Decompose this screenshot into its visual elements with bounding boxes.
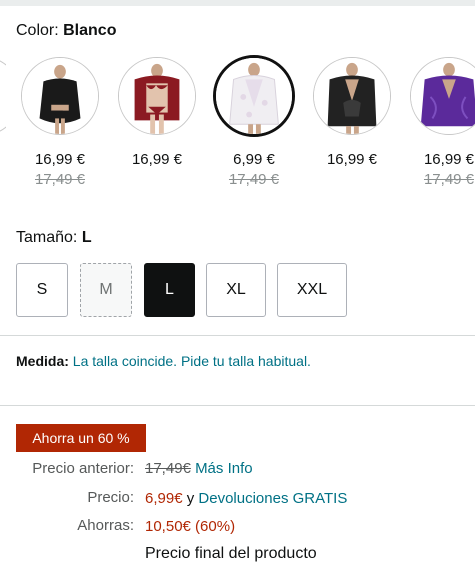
product-thumbnail-icon (119, 58, 195, 134)
product-thumbnail-icon (314, 58, 390, 134)
section-divider (0, 335, 475, 336)
section-divider (0, 405, 475, 406)
more-info-link[interactable]: Más Info (195, 460, 253, 477)
size-button-m[interactable]: M (80, 263, 132, 317)
size-label: Tamaño: (16, 229, 82, 246)
price-label: Precio: (87, 489, 134, 506)
size-button-l[interactable]: L (144, 263, 195, 317)
size-value: L (81, 229, 92, 246)
savings-badge: Ahorra un 60 % (16, 424, 146, 452)
swatch-image-selected[interactable] (213, 55, 295, 137)
swatch-price: 16,99 € (326, 151, 378, 168)
swatch-image[interactable] (410, 57, 475, 135)
price-row: 6,99€ y Devoluciones GRATIS (145, 490, 347, 507)
savings-value: 10,50€ (60%) (145, 518, 236, 535)
size-button-xl[interactable]: XL (206, 263, 266, 317)
color-label: Color: (16, 22, 64, 39)
free-returns-link[interactable]: Devoluciones GRATIS (198, 490, 347, 507)
color-swatch-carousel[interactable]: 16,99 € 17,49 € 16,99 € 6,99 € 17,49 € 1… (0, 55, 475, 195)
product-thumbnail-icon (22, 58, 98, 134)
top-edge-bar (0, 0, 475, 6)
color-value: Blanco (63, 22, 117, 39)
final-price-note: Precio final del producto (145, 545, 317, 562)
swatch-price: 16,99 € (131, 151, 183, 168)
swatch-image[interactable] (118, 57, 196, 135)
previous-price-value: 17,49€ (145, 460, 191, 477)
swatch-price: 6,99 € (233, 151, 275, 168)
swatch-price: 16,99 € (423, 151, 475, 168)
swatch-old-price: 17,49 € (423, 171, 475, 188)
fit-text-link[interactable]: La talla coincide. Pide tu talla habitua… (73, 353, 311, 369)
previous-price-row: 17,49€ Más Info (145, 460, 253, 477)
fit-label: Medida: (16, 353, 69, 369)
color-selection-label: Color: Blanco (16, 22, 116, 40)
swatch-price: 16,99 € (34, 151, 86, 168)
product-thumbnail-icon (216, 58, 292, 134)
fit-info: Medida: La talla coincide. Pide tu talla… (16, 353, 311, 369)
product-thumbnail-icon (411, 58, 475, 134)
swatch-old-price: 17,49 € (228, 171, 280, 188)
size-button-s[interactable]: S (16, 263, 68, 317)
swatch-old-price: 17,49 € (34, 171, 86, 188)
swatch-image[interactable] (313, 57, 391, 135)
price-value: 6,99€ (145, 490, 183, 507)
previous-price-label: Precio anterior: (32, 460, 134, 477)
price-and-text: y (186, 490, 195, 507)
savings-label: Ahorras: (77, 517, 134, 534)
size-button-xxl[interactable]: XXL (277, 263, 347, 317)
size-selection-label: Tamaño: L (16, 229, 92, 247)
swatch-image[interactable] (21, 57, 99, 135)
